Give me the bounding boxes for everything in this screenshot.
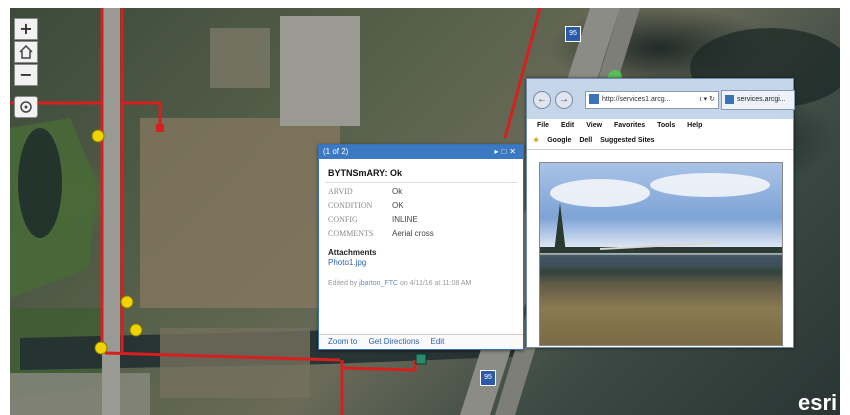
attribute-value: Aerial cross: [392, 229, 434, 238]
edited-prefix: Edited by: [328, 280, 358, 287]
highway-shield-icon: 95: [565, 26, 581, 42]
attachment-photo: [539, 162, 783, 346]
zoom-in-button[interactable]: +: [14, 18, 38, 40]
menu-tools[interactable]: Tools: [657, 122, 675, 129]
attachments-heading: Attachments: [328, 248, 377, 257]
browser-content: [527, 150, 793, 347]
menu-view[interactable]: View: [586, 122, 602, 129]
search-refresh-icon[interactable]: ⍳ ▾ ↻: [699, 92, 715, 108]
popup-footer: Zoom to Get Directions Edit: [319, 334, 523, 349]
fav-suggested-sites[interactable]: Suggested Sites: [600, 137, 654, 144]
edit-info: Edited by jbarton_FTC on 4/11/16 at 11:0…: [328, 279, 517, 289]
editor-name: jbarton_FTC: [359, 280, 399, 287]
url-text: http://services1.arcg...: [602, 96, 671, 103]
fav-dell[interactable]: Dell: [579, 137, 592, 144]
highway-shield-icon: 95: [480, 370, 496, 386]
home-button[interactable]: [14, 41, 38, 63]
back-arrow-icon: ←: [537, 94, 547, 105]
attribute-row: CONDITION OK: [328, 201, 523, 210]
edited-suffix: on 4/11/16 at 11:08 AM: [400, 280, 472, 287]
forward-arrow-icon: →: [559, 94, 569, 105]
menu-bar: File Edit View Favorites Tools Help: [527, 119, 793, 133]
page-icon: [589, 94, 599, 105]
back-button[interactable]: ←: [533, 91, 551, 109]
popup-counter: (1 of 2): [323, 147, 349, 156]
get-directions-link[interactable]: Get Directions: [369, 337, 420, 346]
attribute-key: CONDITION: [328, 201, 373, 210]
favorites-star-icon[interactable]: ★: [533, 137, 539, 144]
attribute-row: COMMENTS Aerial cross: [328, 229, 523, 238]
browser-window: ← → http://services1.arcg... ⍳ ▾ ↻ servi…: [526, 78, 795, 348]
zoom-out-button[interactable]: −: [14, 64, 38, 86]
home-icon: [19, 44, 33, 59]
locate-button[interactable]: [14, 96, 38, 118]
menu-help[interactable]: Help: [687, 122, 702, 129]
popup-title: BYTNSmARY: Ok: [328, 168, 403, 178]
photo-scene: [540, 173, 782, 267]
tab-title: services.arcgi...: [737, 96, 786, 103]
popup-header: (1 of 2) ▸□✕: [319, 145, 523, 159]
browser-navbar: ← → http://services1.arcg... ⍳ ▾ ↻ servi…: [533, 89, 795, 111]
esri-logo: esri: [798, 390, 838, 415]
fav-google[interactable]: Google: [547, 137, 571, 144]
divider: [325, 182, 517, 183]
locate-icon: [20, 101, 32, 113]
browser-tab[interactable]: services.arcgi...: [721, 90, 795, 110]
menu-file[interactable]: File: [537, 122, 549, 129]
menu-favorites[interactable]: Favorites: [614, 122, 645, 129]
attachment-link[interactable]: Photo1.jpg: [328, 258, 523, 267]
attribute-key: COMMENTS: [328, 229, 374, 238]
attribute-key: ARVID: [328, 187, 353, 196]
attribute-value: OK: [392, 201, 404, 210]
edit-link[interactable]: Edit: [431, 337, 445, 346]
favorites-bar: ★ Google Dell Suggested Sites: [527, 133, 793, 150]
attribute-row: ARVID Ok: [328, 187, 523, 196]
address-bar[interactable]: http://services1.arcg... ⍳ ▾ ↻: [585, 91, 719, 109]
tab-icon: [725, 94, 734, 104]
menu-edit[interactable]: Edit: [561, 122, 574, 129]
attribute-value: INLINE: [392, 215, 418, 224]
close-icon[interactable]: ✕: [509, 147, 519, 156]
popup-tools: ▸□✕: [494, 145, 519, 159]
forward-button[interactable]: →: [555, 91, 573, 109]
zoom-to-link[interactable]: Zoom to: [328, 337, 357, 346]
attribute-value: Ok: [392, 187, 403, 196]
feature-popup: (1 of 2) ▸□✕ BYTNSmARY: Ok ARVID Ok COND…: [318, 144, 524, 350]
attribute-row: CONFIG INLINE: [328, 215, 523, 224]
attribute-key: CONFIG: [328, 215, 358, 224]
